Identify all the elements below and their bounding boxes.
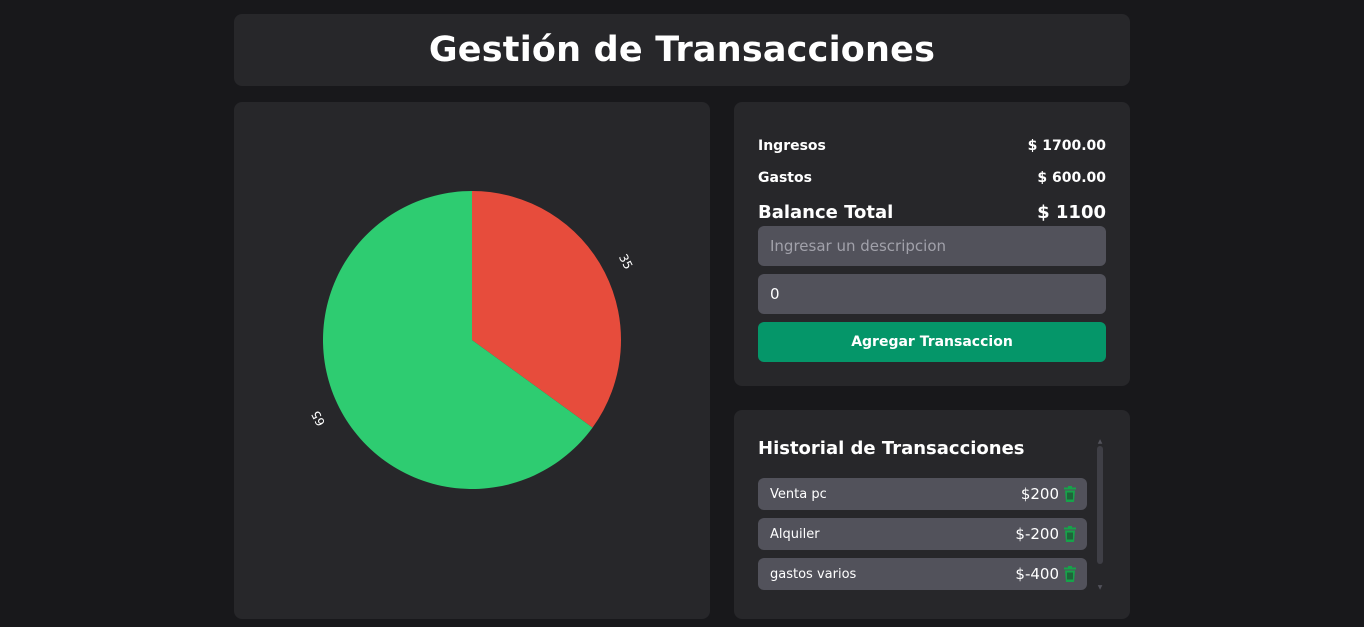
balance-row: Balance Total $ 1100 (758, 202, 1106, 223)
amount-input[interactable]: 0 (758, 274, 1106, 314)
add-transaction-button[interactable]: Agregar Transaccion (758, 322, 1106, 362)
scroll-down-arrow[interactable]: ▼ (1097, 585, 1103, 591)
income-row: Ingresos $ 1700.00 (758, 138, 1106, 154)
page-title: Gestión de Transacciones (428, 30, 936, 70)
transaction-amount: $-200 (1015, 525, 1059, 543)
transaction-amount: $200 (1020, 485, 1059, 503)
page-header: Gestión de Transacciones (234, 14, 1130, 86)
trash-icon[interactable] (1063, 566, 1077, 582)
income-label: Ingresos (758, 138, 826, 154)
transaction-item: gastos varios $-400 (758, 558, 1087, 590)
pie-chart: 35 65 (309, 191, 635, 490)
transaction-description: Alquiler (770, 526, 820, 542)
transaction-item: Alquiler $-200 (758, 518, 1087, 550)
history-title: Historial de Transacciones (758, 438, 1025, 459)
history-panel: Historial de Transacciones Venta pc $200… (734, 410, 1130, 619)
expense-row: Gastos $ 600.00 (758, 170, 1106, 186)
description-input[interactable]: Ingresar un descripcion (758, 226, 1106, 266)
expense-label: Gastos (758, 170, 812, 186)
scroll-up-arrow[interactable]: ▲ (1097, 439, 1103, 445)
transaction-item: Venta pc $200 (758, 478, 1087, 510)
expense-value: $ 600.00 (1037, 170, 1106, 186)
transaction-form-panel: Ingresos $ 1700.00 Gastos $ 600.00 Balan… (734, 102, 1130, 386)
scroll-thumb[interactable] (1097, 446, 1103, 564)
history-scrollbar[interactable]: ▲ ▼ (1096, 439, 1104, 591)
pie-label-65: 65 (309, 408, 328, 428)
chart-panel: 35 65 (234, 102, 710, 619)
income-value: $ 1700.00 (1027, 138, 1106, 154)
trash-icon[interactable] (1063, 526, 1077, 542)
balance-value: $ 1100 (1037, 202, 1106, 223)
balance-label: Balance Total (758, 202, 894, 223)
pie-label-35: 35 (616, 252, 635, 272)
trash-icon[interactable] (1063, 486, 1077, 502)
transaction-description: gastos varios (770, 566, 857, 582)
transaction-description: Venta pc (770, 486, 827, 502)
transaction-amount: $-400 (1015, 565, 1059, 583)
